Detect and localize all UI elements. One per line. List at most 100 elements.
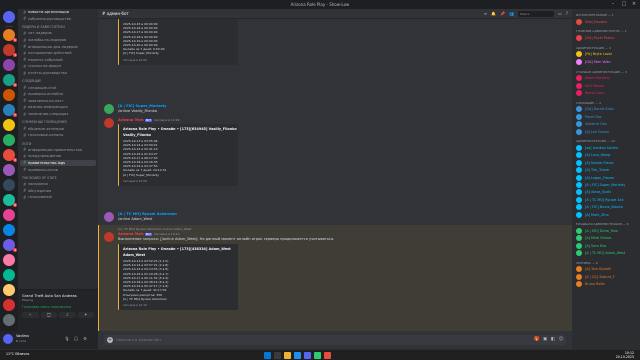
member-item[interactable]: [Pa] Bryte Lazar <box>572 51 640 58</box>
member-item[interactable]: [A] Sora Kiro <box>572 242 640 249</box>
member-item[interactable]: Pavel Doc <box>572 113 640 120</box>
member-item[interactable]: [GA] Daniel Kirov <box>572 106 640 113</box>
channel-item[interactable]: # отчёты-руководства <box>20 70 96 77</box>
server-icon[interactable]: 9 <box>3 194 17 207</box>
browser-icon[interactable] <box>294 352 301 359</box>
weather-widget[interactable]: 11°C Облачно <box>6 352 29 356</box>
avatar[interactable] <box>104 232 114 242</box>
member-item[interactable]: [A] Lex Frozen <box>572 128 640 135</box>
start-icon[interactable] <box>264 352 271 359</box>
microphone-icon[interactable]: 🎙 <box>64 336 70 342</box>
emoji-icon[interactable]: ☺ <box>558 337 564 343</box>
reply-reference[interactable]: [A | TC MO] Ryusei Ackerman /online Adam… <box>118 227 191 231</box>
channel-item[interactable]: # проверка-онлайна <box>20 91 96 98</box>
channel-item[interactable]: # информация-для-лидеров <box>20 43 96 50</box>
member-item[interactable]: [sa] Ivankov Sarzha <box>572 144 640 151</box>
server-icon[interactable] <box>3 269 15 281</box>
avatar[interactable] <box>104 104 114 114</box>
channel-item[interactable]: # логирование-действий <box>20 50 96 57</box>
member-item[interactable]: [A] Mark_Zino <box>572 211 640 218</box>
member-item[interactable]: [A] Logan_Frozen <box>572 174 640 181</box>
member-item[interactable]: [GA] Pavel Petrov <box>572 34 640 42</box>
gif-icon[interactable]: ▣ <box>542 337 548 343</box>
member-item[interactable]: Vladimir Osh <box>572 121 640 128</box>
voice-status[interactable]: Голосовая связь подключена <box>18 302 98 309</box>
members-icon[interactable]: 👥 <box>509 11 514 17</box>
channel-category[interactable]: Следящие <box>18 76 98 84</box>
message-author[interactable]: [A | FIC] Super_Moriarty <box>118 104 167 108</box>
pin-icon[interactable]: 📌 <box>500 11 505 17</box>
member-item[interactable]: [A] Nicolai Flavio <box>572 159 640 166</box>
close-icon[interactable]: × <box>629 1 639 8</box>
server-icon[interactable] <box>3 209 15 221</box>
clock[interactable]: 10:12 20.10.2025 <box>616 351 634 359</box>
message-author[interactable]: [A | TC MO] Ryusei Ackerman <box>118 212 177 216</box>
member-item[interactable]: [A | FIC] Super_Moriarty <box>572 181 640 188</box>
channel-item[interactable]: # следящие-chat <box>20 84 96 91</box>
member-item[interactable]: Bruno Bella <box>572 281 640 288</box>
server-icon[interactable] <box>3 59 15 71</box>
server-icon[interactable]: 2 <box>3 74 17 87</box>
attach-plus-icon[interactable]: + <box>107 337 113 343</box>
channel-item[interactable]: # жалобы-на-лидеров <box>20 37 96 44</box>
inbox-icon[interactable]: ▭ <box>558 11 562 17</box>
member-item[interactable]: Adam Moriarty <box>572 75 640 82</box>
channel-item[interactable]: # голосовые-каналы <box>20 132 96 139</box>
channel-category[interactable]: Логи <box>18 139 98 147</box>
channel-item[interactable]: # чат-лидеров <box>20 30 96 37</box>
headphones-icon[interactable]: 🎧 <box>73 336 79 342</box>
server-icon[interactable]: 7 <box>3 104 17 117</box>
game-icon[interactable] <box>324 352 331 359</box>
threads-icon[interactable]: ≡ <box>484 11 487 17</box>
bell-icon[interactable]: 🔔 <box>491 11 496 17</box>
server-icon[interactable] <box>3 284 15 296</box>
channel-item[interactable]: # заявления-на-пост <box>20 98 96 105</box>
avatar[interactable] <box>3 334 13 344</box>
search-icon[interactable] <box>274 352 281 359</box>
gear-icon[interactable]: ⚙ <box>82 336 88 342</box>
member-item[interactable]: Roma Lizen <box>572 89 640 97</box>
channel-item[interactable]: # замечания-следящих <box>20 111 96 118</box>
server-icon[interactable] <box>3 164 15 176</box>
channel-item[interactable]: # правительство-logs <box>20 159 96 167</box>
server-icon[interactable]: 3 <box>3 149 17 162</box>
channel-item[interactable]: # перенос-собраний <box>20 57 96 64</box>
channel-item[interactable]: # важная-информация <box>20 104 96 111</box>
server-icon[interactable] <box>3 134 15 146</box>
member-item[interactable]: [A | TC MO] Ryusei Ack <box>572 196 640 203</box>
activity-icon[interactable]: ✦ <box>77 312 94 318</box>
channel-item[interactable]: # общение-хелперов <box>20 125 96 132</box>
server-icon[interactable]: 4 <box>3 239 17 252</box>
gift-icon[interactable]: 🎁 <box>534 337 540 343</box>
server-icon[interactable] <box>3 254 15 266</box>
channel-item[interactable]: # ссылки-на-форум <box>20 63 96 70</box>
server-icon[interactable] <box>3 119 15 131</box>
server-icon[interactable] <box>3 11 15 23</box>
channel-item[interactable]: # собрания-руководства <box>20 16 96 23</box>
channel-category[interactable]: Лидеры и заместители <box>18 22 98 30</box>
channel-item[interactable]: # новости-организации <box>20 9 96 16</box>
member-item[interactable]: [GA] Sten Volin <box>572 58 640 65</box>
server-icon[interactable] <box>3 314 15 326</box>
avatar[interactable] <box>104 212 114 222</box>
channel-item[interactable]: # голосование <box>20 194 96 201</box>
channel-item[interactable]: # заседания <box>20 181 96 188</box>
explorer-icon[interactable] <box>284 352 291 359</box>
maximize-icon[interactable]: □ <box>619 1 629 8</box>
message-author[interactable]: Arizona Tech <box>118 232 144 236</box>
member-item[interactable]: [A] Mirai Kihara <box>572 235 640 242</box>
server-icon[interactable] <box>3 224 15 236</box>
channel-category[interactable]: The Board of State <box>18 173 98 181</box>
server-icon[interactable] <box>3 179 15 191</box>
screen-share-icon[interactable]: 🖵 <box>40 312 57 318</box>
app-icon[interactable] <box>314 352 321 359</box>
channel-item[interactable]: # информация-правительства <box>20 147 96 154</box>
member-item[interactable]: Vlad_Kovalev <box>572 18 640 25</box>
server-icon[interactable] <box>3 299 15 311</box>
minimize-icon[interactable]: – <box>608 1 618 8</box>
member-item[interactable]: [A] Tim_Turner <box>572 166 640 174</box>
channel-item[interactable]: # обсуждения <box>20 187 96 194</box>
server-icon[interactable]: 1 <box>3 44 17 57</box>
soundboard-icon[interactable]: ♪ <box>59 312 76 318</box>
member-item[interactable]: [A | FIC] Bruno_Blanco <box>572 203 640 211</box>
